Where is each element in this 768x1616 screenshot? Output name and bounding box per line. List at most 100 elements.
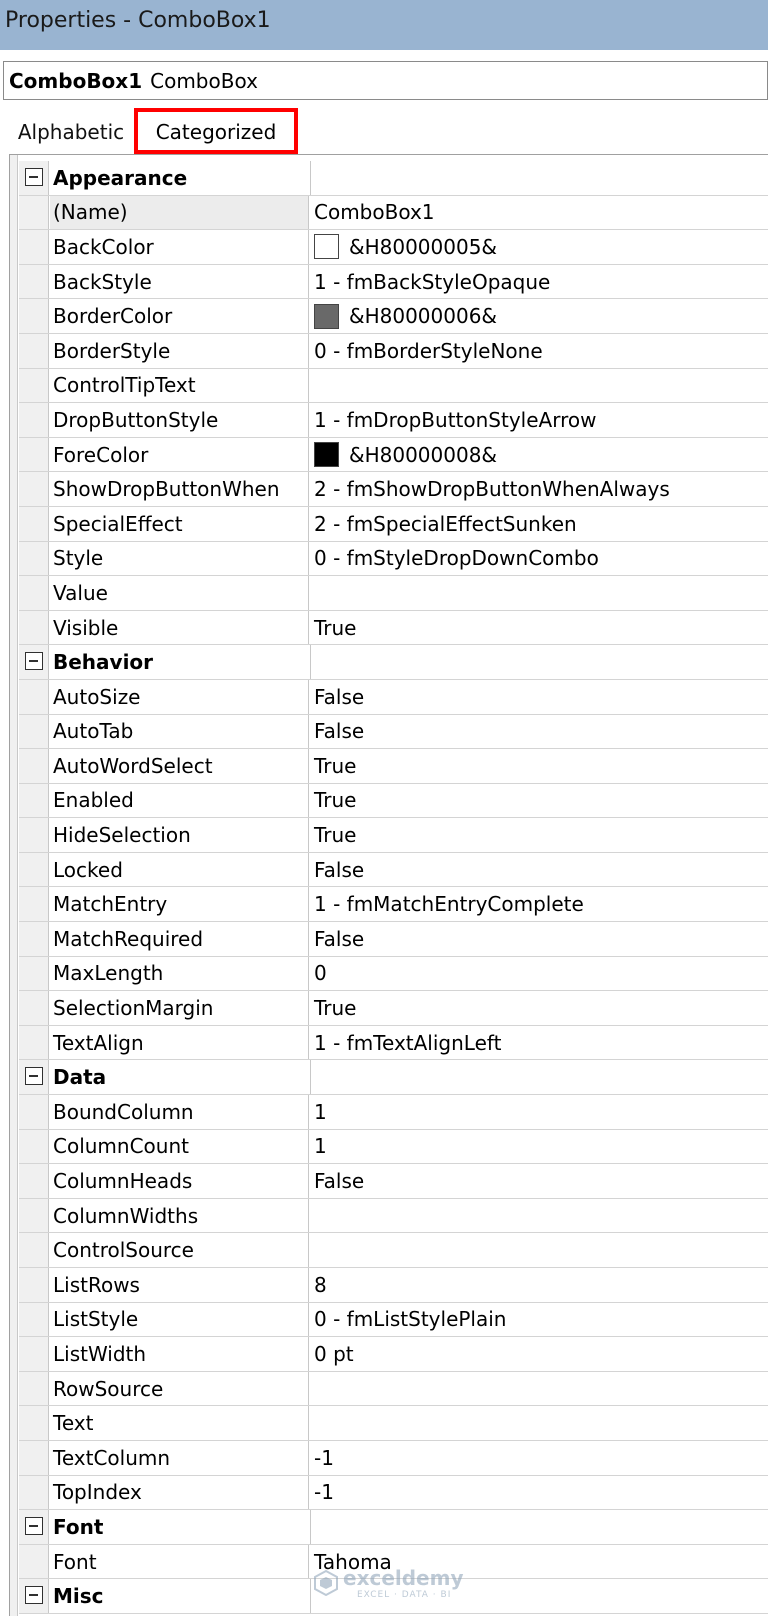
property-value-text: False	[314, 1169, 365, 1194]
property-row[interactable]: AutoSize False	[19, 679, 768, 715]
property-row[interactable]: ForeColor &H80000008&	[19, 437, 768, 473]
category-row-data[interactable]: Data	[19, 1060, 768, 1096]
property-value[interactable]: -1	[310, 1476, 768, 1510]
indent-cell	[19, 783, 49, 818]
property-row[interactable]: MatchEntry 1 - fmMatchEntryComplete	[19, 887, 768, 923]
property-value[interactable]: 0 pt	[310, 1337, 768, 1371]
property-name: ListStyle	[50, 1302, 309, 1337]
property-row[interactable]: BorderStyle 0 - fmBorderStyleNone	[19, 333, 768, 369]
property-value-text: 2 - fmSpecialEffectSunken	[314, 511, 577, 536]
property-value[interactable]	[310, 1406, 768, 1440]
property-value[interactable]	[310, 576, 768, 610]
property-name: AutoTab	[50, 714, 309, 749]
property-value[interactable]: 8	[310, 1268, 768, 1302]
property-row[interactable]: BackColor &H80000005&	[19, 230, 768, 265]
property-value[interactable]: ComboBox1	[310, 196, 768, 230]
property-row[interactable]: ColumnCount 1	[19, 1129, 768, 1165]
property-value[interactable]: False	[310, 853, 768, 887]
property-value[interactable]: True	[310, 611, 768, 645]
property-value[interactable]: False	[310, 922, 768, 956]
window-title: Properties - ComboBox1	[5, 8, 271, 33]
property-value-text: -1	[314, 1445, 334, 1470]
property-value[interactable]: False	[310, 1164, 768, 1198]
property-row[interactable]: RowSource	[19, 1371, 768, 1407]
property-value[interactable]: 1	[310, 1130, 768, 1164]
expander-cell	[19, 1510, 49, 1544]
property-row[interactable]: BoundColumn 1	[19, 1095, 768, 1130]
category-row-appearance[interactable]: Appearance	[19, 161, 768, 196]
property-value[interactable]: 1	[310, 1095, 768, 1129]
property-value[interactable]: 1 - fmBackStyleOpaque	[310, 265, 768, 299]
property-row[interactable]: ListWidth 0 pt	[19, 1337, 768, 1372]
property-value[interactable]: 0	[310, 957, 768, 991]
property-row[interactable]: TopIndex -1	[19, 1475, 768, 1511]
property-value[interactable]: True	[310, 991, 768, 1025]
property-row[interactable]: ControlSource	[19, 1233, 768, 1268]
property-value[interactable]	[310, 369, 768, 403]
property-row[interactable]: Visible True	[19, 610, 768, 646]
category-name: Misc	[53, 1584, 104, 1609]
property-row[interactable]: BorderColor &H80000006&	[19, 299, 768, 334]
property-value[interactable]: 1 - fmMatchEntryComplete	[310, 887, 768, 921]
property-row[interactable]: ColumnHeads False	[19, 1164, 768, 1199]
category-value-cell	[310, 161, 768, 195]
collapse-minus-icon[interactable]	[25, 1586, 43, 1605]
property-row[interactable]: TextAlign 1 - fmTextAlignLeft	[19, 1025, 768, 1061]
property-value[interactable]: 1 - fmTextAlignLeft	[310, 1026, 768, 1060]
collapse-minus-icon[interactable]	[25, 652, 43, 671]
property-row[interactable]: ColumnWidths	[19, 1198, 768, 1234]
category-row-behavior[interactable]: Behavior	[19, 645, 768, 680]
property-row[interactable]: BackStyle 1 - fmBackStyleOpaque	[19, 264, 768, 300]
property-row[interactable]: ControlTipText	[19, 368, 768, 404]
property-name: MatchEntry	[50, 887, 309, 922]
property-row[interactable]: Value	[19, 576, 768, 611]
property-value[interactable]: False	[310, 715, 768, 749]
property-row[interactable]: MaxLength 0	[19, 956, 768, 992]
property-row[interactable]: Style 0 - fmStyleDropDownCombo	[19, 541, 768, 577]
property-value[interactable]: -1	[310, 1441, 768, 1475]
property-value[interactable]: True	[310, 784, 768, 818]
property-value[interactable]: False	[310, 680, 768, 714]
property-value[interactable]: True	[310, 818, 768, 852]
property-row[interactable]: HideSelection True	[19, 818, 768, 853]
property-value[interactable]: 0 - fmListStylePlain	[310, 1303, 768, 1337]
category-row-font[interactable]: Font	[19, 1510, 768, 1545]
property-name: AutoWordSelect	[50, 749, 309, 783]
collapse-minus-icon[interactable]	[25, 168, 43, 186]
property-row[interactable]: TextColumn -1	[19, 1440, 768, 1476]
property-value-text: 0 - fmListStylePlain	[314, 1307, 507, 1332]
property-row[interactable]: SpecialEffect 2 - fmSpecialEffectSunken	[19, 506, 768, 542]
property-row[interactable]: Enabled True	[19, 783, 768, 819]
property-value-text: False	[314, 719, 365, 744]
property-value[interactable]	[310, 1199, 768, 1233]
property-value[interactable]: 1 - fmDropButtonStyleArrow	[310, 403, 768, 437]
property-value[interactable]: 0 - fmBorderStyleNone	[310, 334, 768, 368]
property-row[interactable]: DropButtonStyle 1 - fmDropButtonStyleArro…	[19, 403, 768, 438]
property-row[interactable]: MatchRequired False	[19, 922, 768, 957]
property-row[interactable]: ListStyle 0 - fmListStylePlain	[19, 1302, 768, 1338]
tab-categorized[interactable]: Categorized	[134, 108, 298, 154]
watermark-brand: exceldemy	[343, 1566, 464, 1590]
property-value[interactable]	[310, 1233, 768, 1267]
collapse-minus-icon[interactable]	[25, 1517, 43, 1536]
property-row[interactable]: AutoTab False	[19, 714, 768, 750]
property-value[interactable]: 2 - fmSpecialEffectSunken	[310, 507, 768, 541]
property-row[interactable]: ListRows 8	[19, 1268, 768, 1303]
property-value[interactable]: 2 - fmShowDropButtonWhenAlways	[310, 472, 768, 506]
property-value[interactable]: 0 - fmStyleDropDownCombo	[310, 542, 768, 576]
property-row[interactable]: AutoWordSelect True	[19, 749, 768, 784]
property-value-text: &H80000006&	[349, 304, 498, 329]
property-row[interactable]: (Name) ComboBox1	[19, 195, 768, 231]
property-value[interactable]: &H80000005&	[310, 230, 768, 264]
object-selector-dropdown[interactable]: ComboBox1 ComboBox	[3, 61, 768, 100]
property-value[interactable]	[310, 1372, 768, 1406]
property-row[interactable]: Text	[19, 1406, 768, 1441]
property-row[interactable]: ShowDropButtonWhen 2 - fmShowDropButtonWh…	[19, 472, 768, 507]
property-value[interactable]: &H80000008&	[310, 438, 768, 472]
property-value[interactable]: True	[310, 749, 768, 783]
property-row[interactable]: SelectionMargin True	[19, 991, 768, 1026]
collapse-minus-icon[interactable]	[25, 1067, 43, 1086]
property-row[interactable]: Locked False	[19, 852, 768, 888]
tab-alphabetic[interactable]: Alphabetic	[10, 113, 132, 151]
property-value[interactable]: &H80000006&	[310, 299, 768, 333]
